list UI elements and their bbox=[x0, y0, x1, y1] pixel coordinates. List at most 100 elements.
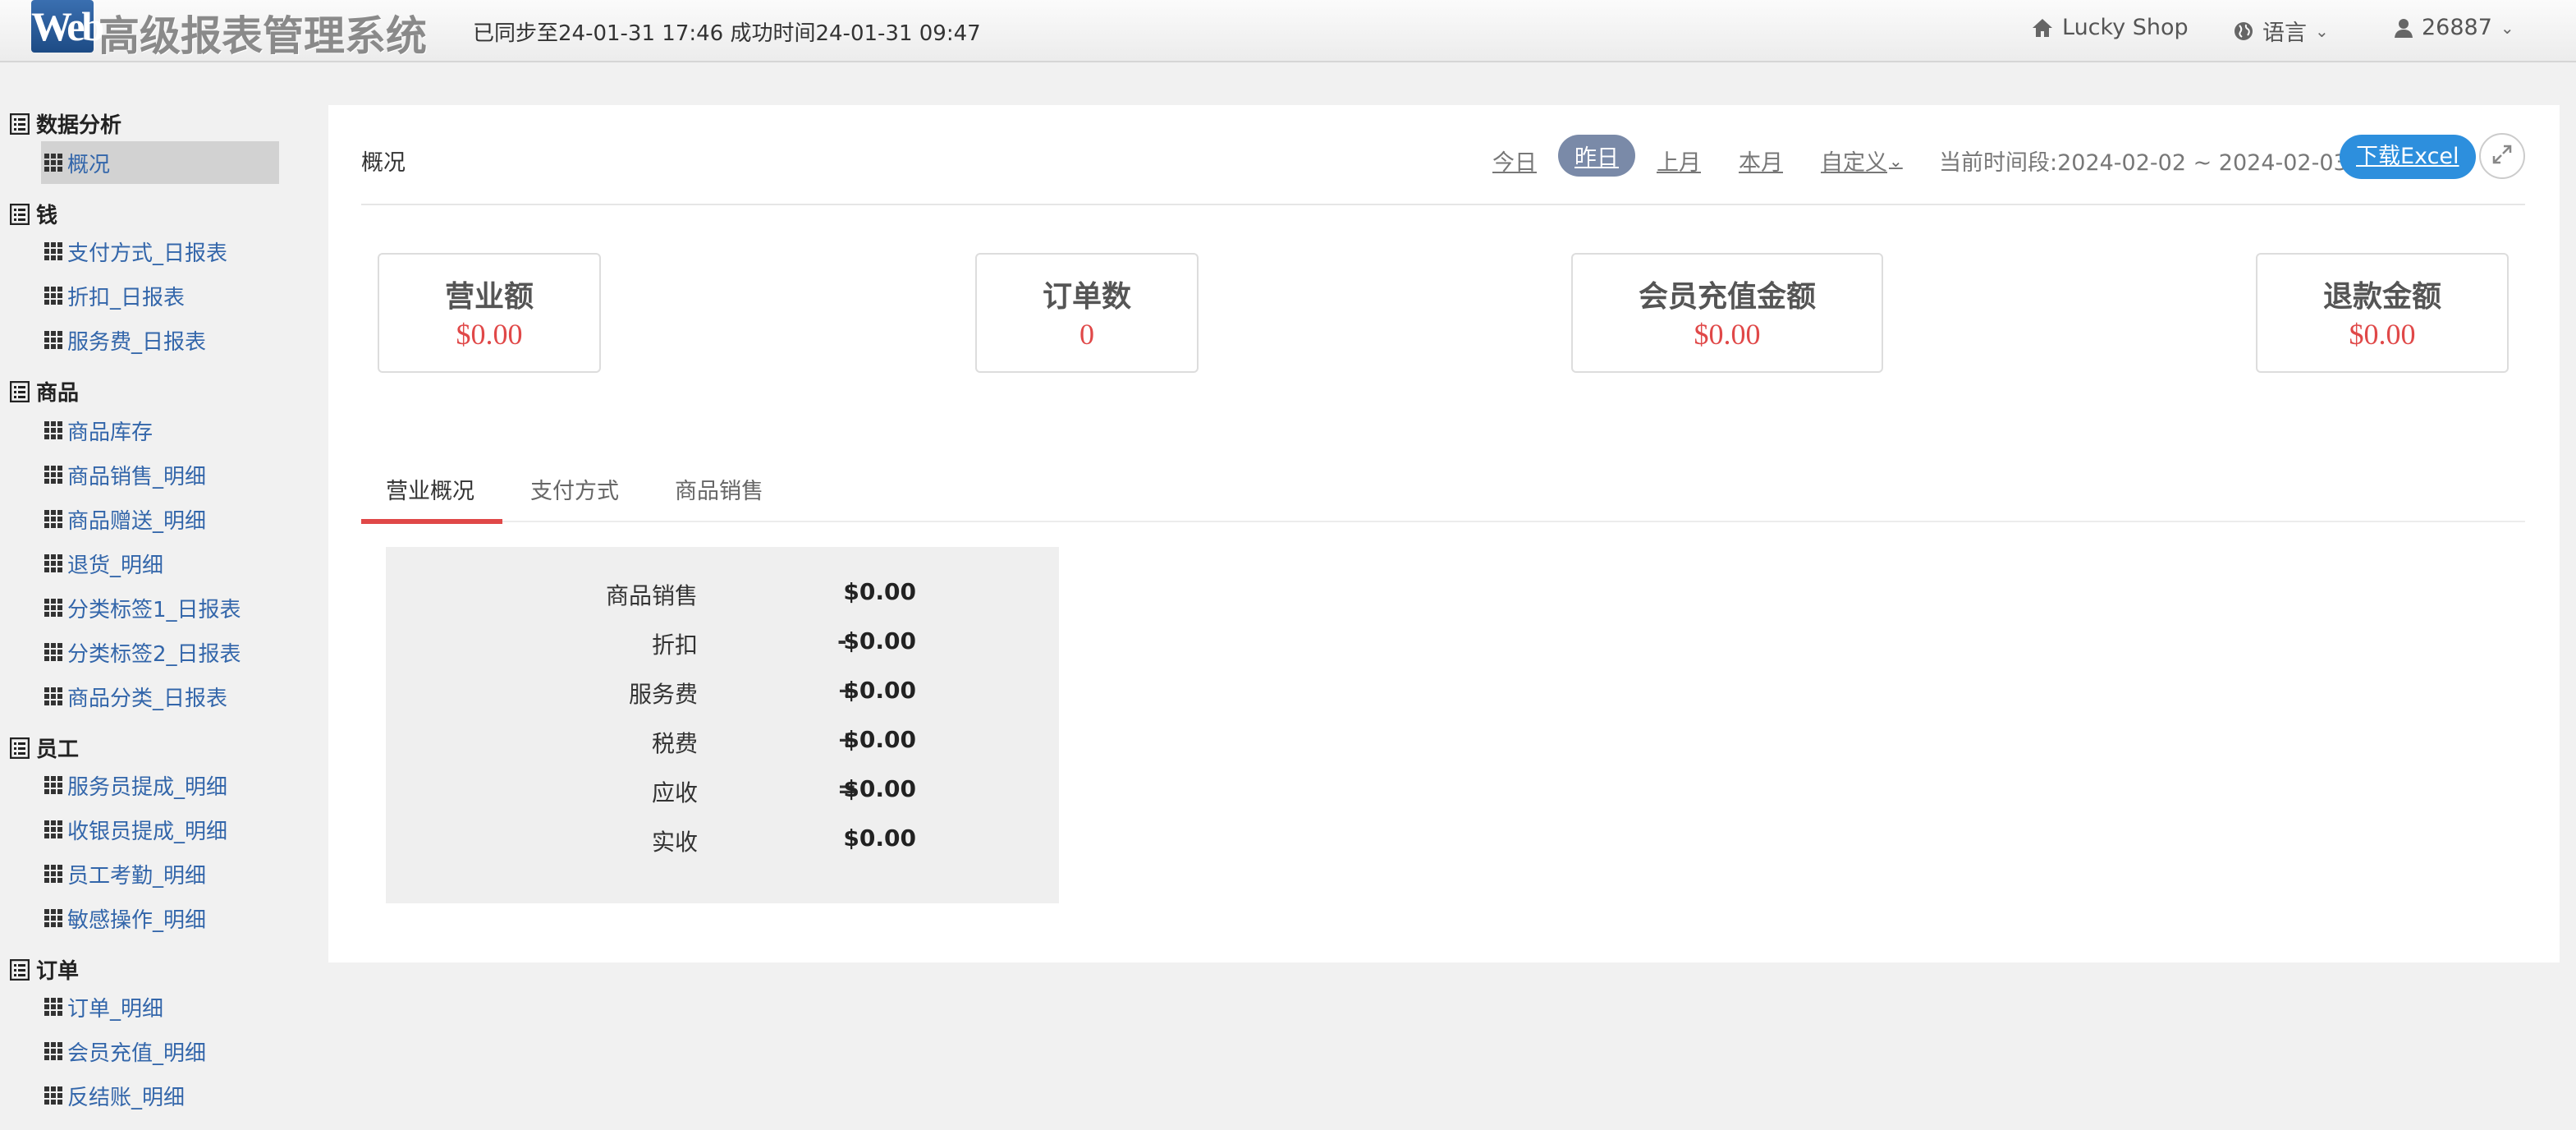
tab-baseline bbox=[361, 521, 2525, 522]
period-custom-dropdown[interactable]: 自定义 ⌄ bbox=[1821, 145, 1903, 177]
sidebar-group-label: 商品 bbox=[36, 381, 80, 406]
summary-label: 实收 bbox=[651, 829, 698, 856]
app-logo: Web bbox=[31, 0, 104, 53]
sidebar-item-label: 概况 bbox=[67, 152, 111, 177]
chevron-down-icon: ⌄ bbox=[2315, 21, 2329, 41]
summary-value: $0.00 bbox=[843, 677, 916, 704]
stat-card-revenue: 营业额 $0.00 bbox=[378, 253, 601, 373]
summary-value: $0.00 bbox=[843, 775, 916, 802]
period-last-month-link[interactable]: 上月 bbox=[1657, 145, 1701, 177]
sidebar-item-sensitive-ops[interactable]: 敏感操作_明细 bbox=[41, 897, 279, 939]
list-icon bbox=[10, 737, 30, 759]
sidebar-item-waiter-commission[interactable]: 服务员提成_明细 bbox=[41, 764, 279, 806]
grid-icon bbox=[44, 331, 62, 349]
summary-label: 服务费 bbox=[628, 681, 698, 708]
stat-label: 订单数 bbox=[1042, 280, 1131, 314]
sidebar-item-tag2-daily[interactable]: 分类标签2_日报表 bbox=[41, 631, 279, 673]
stat-card-member-recharge: 会员充值金额 $0.00 bbox=[1571, 253, 1883, 373]
list-icon bbox=[10, 203, 30, 225]
sidebar-item-product-sales-detail[interactable]: 商品销售_明细 bbox=[41, 453, 279, 496]
summary-value: $0.00 bbox=[843, 578, 916, 605]
sidebar-item-label: 退货_明细 bbox=[67, 553, 164, 578]
sidebar-item-label: 员工考勤_明细 bbox=[67, 863, 207, 889]
stat-value: $0.00 bbox=[1694, 318, 1761, 351]
tab-product-sales[interactable]: 商品销售 bbox=[675, 473, 763, 505]
shop-selector[interactable]: Lucky Shop bbox=[2031, 15, 2189, 40]
user-icon bbox=[2394, 17, 2413, 39]
sidebar-item-label: 折扣_日报表 bbox=[67, 285, 186, 310]
shop-name: Lucky Shop bbox=[2062, 15, 2189, 40]
sidebar-group-label: 员工 bbox=[36, 737, 80, 762]
sidebar-item-member-recharge[interactable]: 会员充值_明细 bbox=[41, 1030, 279, 1073]
sidebar-item-label: 敏感操作_明细 bbox=[67, 907, 207, 933]
sidebar-item-label: 会员充值_明细 bbox=[67, 1040, 207, 1066]
sidebar-item-payment-daily[interactable]: 支付方式_日报表 bbox=[41, 230, 279, 273]
sidebar-item-attendance[interactable]: 员工考勤_明细 bbox=[41, 852, 279, 895]
sidebar-item-label: 商品库存 bbox=[67, 420, 154, 445]
home-icon bbox=[2031, 17, 2054, 39]
period-this-month-link[interactable]: 本月 bbox=[1739, 145, 1783, 177]
app-title: 高级报表管理系统 bbox=[99, 12, 427, 60]
sidebar-group-data-analysis[interactable]: 数据分析 bbox=[10, 108, 121, 139]
active-tab-indicator bbox=[361, 519, 502, 524]
sidebar-item-inventory[interactable]: 商品库存 bbox=[41, 409, 279, 452]
sidebar-item-category-daily[interactable]: 商品分类_日报表 bbox=[41, 675, 279, 718]
sidebar-group-staff[interactable]: 员工 bbox=[10, 733, 79, 763]
sidebar-item-label: 服务费_日报表 bbox=[67, 329, 207, 355]
sidebar-item-service-fee-daily[interactable]: 服务费_日报表 bbox=[41, 319, 279, 361]
period-today-link[interactable]: 今日 bbox=[1492, 145, 1537, 177]
user-menu[interactable]: 26887 ⌄ bbox=[2394, 15, 2514, 40]
sidebar-item-tag1-daily[interactable]: 分类标签1_日报表 bbox=[41, 586, 279, 629]
stat-label: 营业额 bbox=[444, 280, 534, 314]
fullscreen-button[interactable] bbox=[2479, 133, 2525, 179]
sidebar-item-discount-daily[interactable]: 折扣_日报表 bbox=[41, 274, 279, 317]
language-selector[interactable]: 语言 ⌄ bbox=[2233, 15, 2329, 47]
sidebar-group-products[interactable]: 商品 bbox=[10, 376, 79, 407]
stat-label: 会员充值金额 bbox=[1638, 280, 1816, 314]
grid-icon bbox=[44, 820, 62, 838]
sidebar-group-label: 钱 bbox=[36, 204, 58, 228]
sidebar-item-label: 支付方式_日报表 bbox=[67, 241, 228, 266]
sidebar-item-label: 反结账_明细 bbox=[67, 1085, 186, 1110]
page-title: 概况 bbox=[361, 150, 406, 176]
sidebar-group-label: 订单 bbox=[36, 959, 80, 984]
main-panel: 概况 今日 昨日 上月 本月 自定义 ⌄ 当前时间段:2024-02-02 ~ … bbox=[328, 105, 2560, 962]
top-header: Web 高级报表管理系统 已同步至24-01-31 17:46 成功时间24-0… bbox=[0, 0, 2576, 62]
summary-row: 商品销售 $0.00 bbox=[386, 578, 1059, 624]
sidebar-group-orders[interactable]: 订单 bbox=[10, 954, 79, 985]
user-id: 26887 bbox=[2422, 15, 2492, 40]
grid-icon bbox=[44, 643, 62, 661]
stat-card-refund: 退款金额 $0.00 bbox=[2256, 253, 2509, 373]
sidebar-item-overview[interactable]: 概况 bbox=[41, 141, 279, 184]
grid-icon bbox=[44, 687, 62, 705]
summary-row: 税费 + $0.00 bbox=[386, 726, 1059, 772]
summary-row: 应收 = $0.00 bbox=[386, 775, 1059, 821]
sidebar-item-returns-detail[interactable]: 退货_明细 bbox=[41, 542, 279, 585]
grid-icon bbox=[44, 865, 62, 883]
tab-business-overview[interactable]: 营业概况 bbox=[386, 473, 474, 505]
grid-icon bbox=[44, 1042, 62, 1060]
summary-value: $0.00 bbox=[843, 825, 916, 852]
period-yesterday-button[interactable]: 昨日 bbox=[1558, 135, 1635, 177]
current-range: 当前时间段:2024-02-02 ~ 2024-02-03 bbox=[1939, 150, 2348, 176]
sidebar-item-reverse-checkout[interactable]: 反结账_明细 bbox=[41, 1074, 279, 1117]
sidebar-item-product-gift-detail[interactable]: 商品赠送_明细 bbox=[41, 498, 279, 540]
language-label: 语言 bbox=[2262, 21, 2307, 46]
summary-row: 实收 $0.00 bbox=[386, 825, 1059, 870]
summary-label: 折扣 bbox=[651, 632, 698, 659]
tab-payment-methods[interactable]: 支付方式 bbox=[530, 473, 619, 505]
grid-icon bbox=[44, 1086, 62, 1105]
chevron-down-icon: ⌄ bbox=[1889, 150, 1903, 171]
summary-value: $0.00 bbox=[843, 627, 916, 655]
sync-status: 已同步至24-01-31 17:46 成功时间24-01-31 09:47 bbox=[473, 21, 981, 46]
grid-icon bbox=[44, 242, 62, 260]
sidebar-item-label: 商品分类_日报表 bbox=[67, 686, 228, 711]
sidebar-item-cashier-commission[interactable]: 收银员提成_明细 bbox=[41, 808, 279, 851]
sidebar-group-money[interactable]: 钱 bbox=[10, 199, 57, 229]
sidebar-item-label: 分类标签2_日报表 bbox=[67, 641, 241, 667]
stat-value: $0.00 bbox=[2349, 318, 2416, 351]
grid-icon bbox=[44, 154, 62, 172]
sidebar-item-order-detail[interactable]: 订单_明细 bbox=[41, 985, 279, 1028]
download-excel-button[interactable]: 下载Excel bbox=[2340, 135, 2476, 179]
summary-row: 服务费 + $0.00 bbox=[386, 677, 1059, 723]
